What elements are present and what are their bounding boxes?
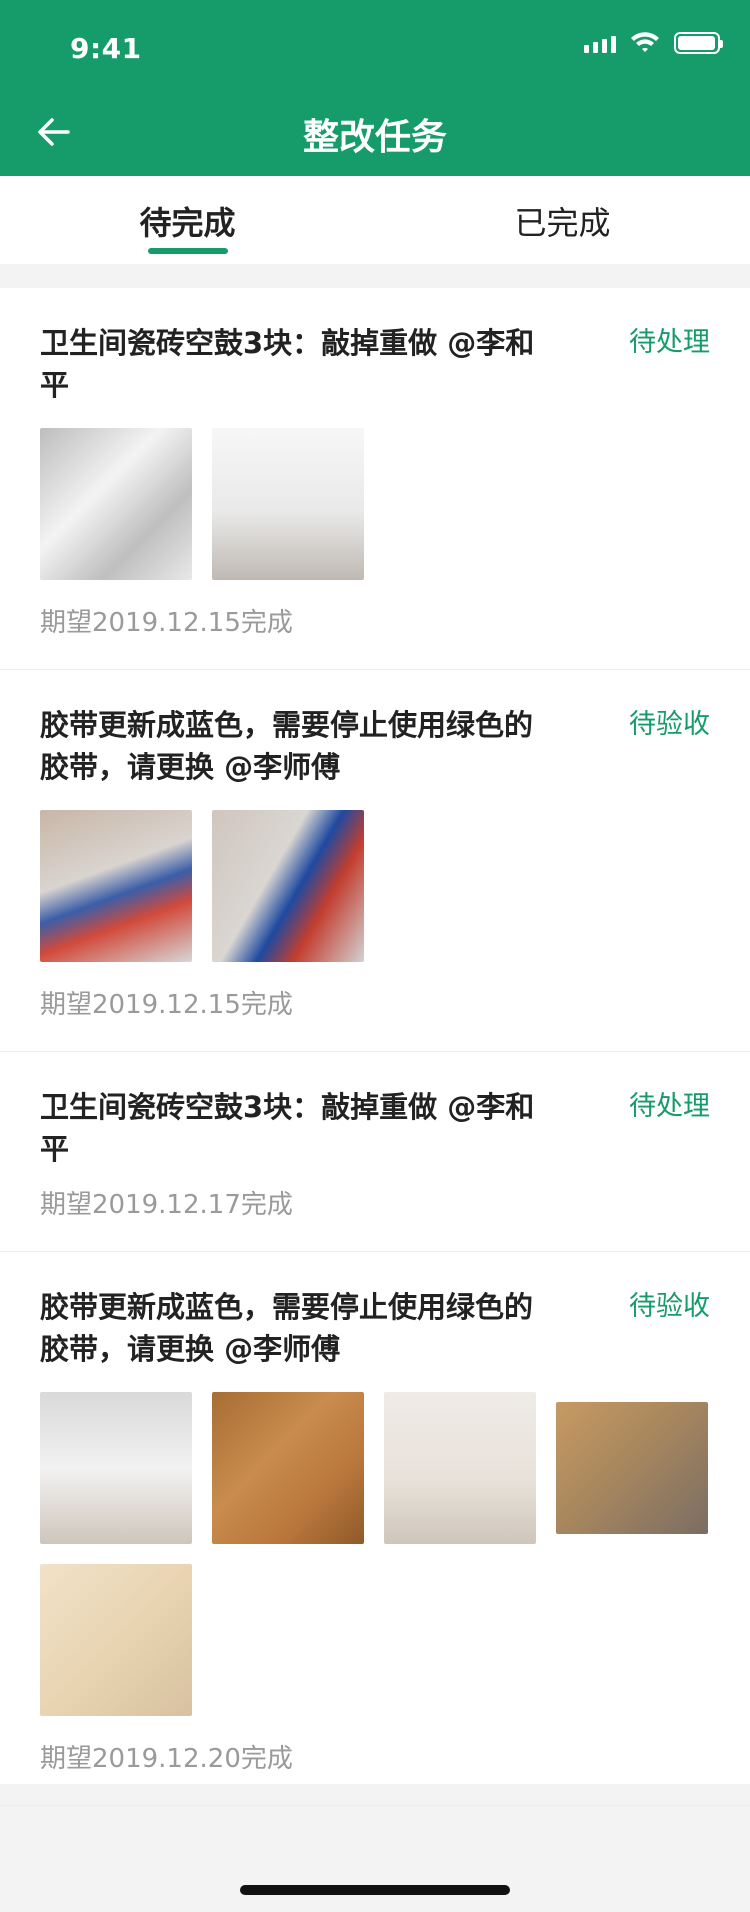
wood-floor-photo[interactable] [212, 1392, 364, 1544]
bathroom-photo[interactable] [212, 428, 364, 580]
task-list: 卫生间瓷砖空鼓3块：敲掉重做 @李和平 待处理 期望2019.12.15完成 胶… [0, 288, 750, 1806]
white-room-photo[interactable] [384, 1392, 536, 1544]
room-photo[interactable] [40, 1392, 192, 1544]
task-photos [40, 1392, 710, 1716]
tab-bar: 待完成 已完成 [0, 176, 750, 264]
pipes-photo[interactable] [40, 810, 192, 962]
task-title: 卫生间瓷砖空鼓3块：敲掉重做 @李和平 [40, 326, 535, 402]
task-due-date: 期望2019.12.15完成 [40, 990, 293, 1020]
tab-completed-label: 已完成 [514, 204, 611, 242]
task-photos [40, 428, 710, 580]
pipes-photo[interactable] [212, 810, 364, 962]
wood-planks-photo[interactable] [40, 1564, 192, 1716]
status-icons [584, 32, 723, 54]
cellular-signal-icon [584, 33, 616, 53]
active-tab-indicator [147, 248, 228, 254]
task-item[interactable]: 卫生间瓷砖空鼓3块：敲掉重做 @李和平 待处理 期望2019.12.17完成 [0, 1052, 750, 1252]
battery-icon [674, 32, 723, 54]
task-item[interactable]: 胶带更新成蓝色，需要停止使用绿色的胶带，请更换 @李师傅 待验收 期望2019.… [0, 1252, 750, 1806]
task-status: 待验收 [629, 709, 710, 740]
page-title: 整改任务 [302, 117, 447, 158]
bathroom-photo[interactable] [40, 428, 192, 580]
task-item[interactable]: 卫生间瓷砖空鼓3块：敲掉重做 @李和平 待处理 期望2019.12.15完成 [0, 288, 750, 670]
task-photos [40, 810, 710, 962]
tab-pending[interactable]: 待完成 [0, 176, 375, 264]
wifi-icon [631, 32, 659, 52]
home-indicator [240, 1885, 510, 1895]
task-status: 待处理 [629, 327, 710, 358]
task-status: 待处理 [629, 1091, 710, 1122]
floor-sample-photo[interactable] [556, 1402, 708, 1534]
status-time: 9:41 [70, 32, 142, 65]
tab-completed[interactable]: 已完成 [375, 176, 750, 264]
task-due-date: 期望2019.12.15完成 [40, 608, 293, 638]
task-due-date: 期望2019.12.17完成 [40, 1190, 293, 1220]
task-title: 胶带更新成蓝色，需要停止使用绿色的胶带，请更换 @李师傅 [40, 1290, 534, 1366]
task-status: 待验收 [629, 1291, 710, 1322]
tab-pending-label: 待完成 [139, 204, 236, 242]
task-item[interactable]: 胶带更新成蓝色，需要停止使用绿色的胶带，请更换 @李师傅 待验收 期望2019.… [0, 670, 750, 1052]
task-due-date: 期望2019.12.20完成 [40, 1744, 293, 1774]
task-title: 卫生间瓷砖空鼓3块：敲掉重做 @李和平 [40, 1090, 535, 1166]
app-header: 9:41 整改任务 [0, 0, 750, 176]
task-title: 胶带更新成蓝色，需要停止使用绿色的胶带，请更换 @李师傅 [40, 708, 534, 784]
